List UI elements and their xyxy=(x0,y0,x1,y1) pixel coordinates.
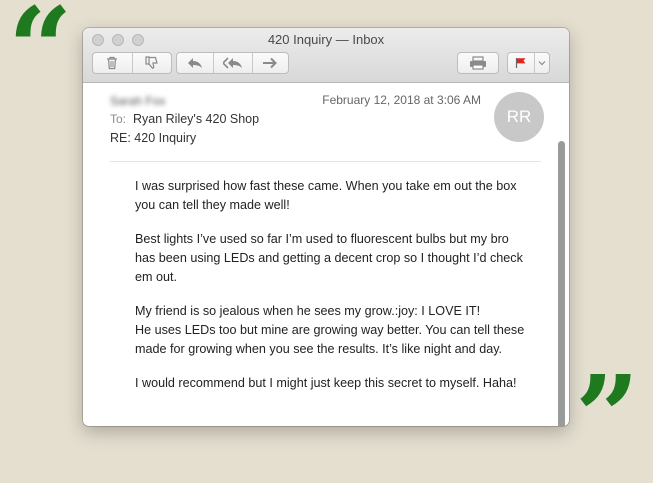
printer-icon xyxy=(470,56,486,70)
close-quote-mark: ” xyxy=(575,352,639,483)
message-view: Sarah Fox February 12, 2018 at 3:06 AM T… xyxy=(83,83,569,426)
reply-all-button[interactable] xyxy=(213,53,251,73)
avatar: RR xyxy=(494,92,544,142)
recipient[interactable]: Ryan Riley's 420 Shop xyxy=(133,112,259,126)
trash-icon xyxy=(107,56,118,70)
delete-junk-group xyxy=(92,52,172,74)
chevron-down-icon xyxy=(538,61,546,66)
print-button[interactable] xyxy=(457,52,499,74)
body-paragraph: My friend is so jealous when he sees my … xyxy=(135,304,525,356)
message-date: February 12, 2018 at 3:06 AM xyxy=(322,93,481,107)
scrollbar[interactable] xyxy=(557,141,566,426)
body-paragraph: I would recommend but I might just keep … xyxy=(135,376,517,390)
open-quote-mark: “ xyxy=(8,0,72,115)
reply-group xyxy=(176,52,289,74)
to-label: To: xyxy=(110,112,127,126)
subject: RE: 420 Inquiry xyxy=(110,131,197,145)
reply-icon xyxy=(188,58,203,68)
header-divider xyxy=(110,161,541,162)
flag-icon xyxy=(515,58,526,68)
flag-menu-button[interactable] xyxy=(533,53,549,73)
reply-all-icon xyxy=(222,57,242,69)
thumbs-down-icon xyxy=(145,56,158,70)
forward-button[interactable] xyxy=(251,53,288,73)
mail-window: 420 Inquiry — Inbox Sarah Fox February 1… xyxy=(83,28,569,426)
sender-name: Sarah Fox xyxy=(110,94,166,108)
reply-button[interactable] xyxy=(177,53,213,73)
title-bar: 420 Inquiry — Inbox xyxy=(83,28,569,83)
message-body: I was surprised how fast these came. Whe… xyxy=(135,177,535,408)
junk-button[interactable] xyxy=(131,53,171,73)
delete-button[interactable] xyxy=(93,53,132,73)
body-paragraph: I was surprised how fast these came. Whe… xyxy=(135,179,517,212)
flag-group xyxy=(507,52,550,74)
forward-icon xyxy=(263,57,278,69)
scrollbar-thumb[interactable] xyxy=(558,141,565,426)
body-paragraph: Best lights I’ve used so far I’m used to… xyxy=(135,232,523,284)
flag-button[interactable] xyxy=(508,53,534,73)
window-title: 420 Inquiry — Inbox xyxy=(267,32,385,47)
